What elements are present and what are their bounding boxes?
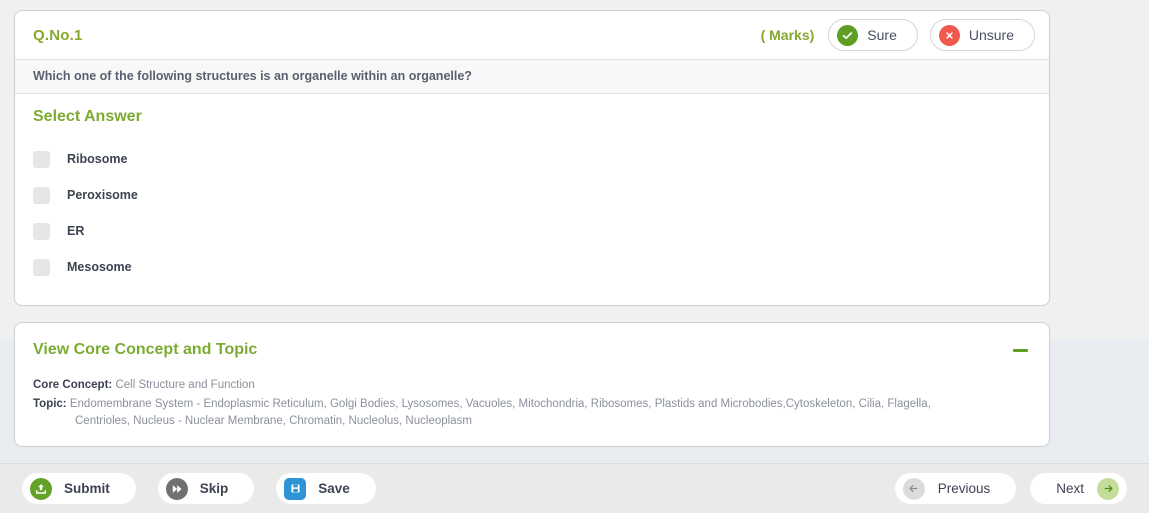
minus-glyph [1012,348,1028,352]
core-concept-key: Core Concept: [33,379,113,391]
checkbox-icon[interactable] [33,222,50,240]
topic-line: Topic: Endomembrane System - Endoplasmic… [33,396,1031,430]
previous-label: Previous [937,481,991,496]
option-label: Peroxisome [67,188,138,202]
arrow-left-icon [902,477,925,500]
core-concept-title: View Core Concept and Topic [33,341,258,358]
arrow-right-icon [1097,477,1119,500]
previous-button[interactable]: Previous [894,473,1017,504]
answer-option-ribosome[interactable]: Ribosome [33,141,1031,177]
answer-option-er[interactable]: ER [33,213,1031,249]
upload-icon [30,477,52,500]
collapse-minus-icon[interactable] [1009,339,1031,361]
unsure-button[interactable]: Unsure [929,19,1035,51]
submit-button[interactable]: Submit [22,473,136,504]
fast-forward-icon [165,477,188,500]
question-header: Q.No.1 ( Marks) Sure Unsure [15,11,1049,59]
navigation-group: Previous Next [894,473,1127,504]
cards-container: Q.No.1 ( Marks) Sure Unsure Which one of… [14,10,1050,463]
question-text: Which one of the following structures is… [33,69,472,83]
next-label: Next [1056,481,1084,496]
question-header-actions: ( Marks) Sure Unsure [761,19,1035,51]
select-answer-heading: Select Answer [33,108,142,125]
checkbox-icon[interactable] [33,150,50,168]
save-label: Save [318,481,350,496]
core-concept-body: Core Concept: Cell Structure and Functio… [15,361,1049,446]
core-concept-value: Cell Structure and Function [115,379,255,391]
answer-option-peroxisome[interactable]: Peroxisome [33,177,1031,213]
option-label: ER [67,224,85,238]
question-text-row: Which one of the following structures is… [15,59,1049,94]
x-circle-icon [938,24,960,46]
answer-section: Select Answer Ribosome Peroxisome ER Mes… [15,94,1049,305]
core-concept-header[interactable]: View Core Concept and Topic [15,323,1049,361]
floppy-disk-icon [284,477,307,500]
exam-question-page: Q.No.1 ( Marks) Sure Unsure Which one of… [0,0,1149,513]
check-circle-icon [837,24,859,46]
topic-key: Topic: [33,398,67,410]
bottom-toolbar: Submit Skip Save Previous Next [0,463,1149,513]
topic-value-line-2: Centrioles, Nucleus - Nuclear Membrane, … [75,415,472,427]
answer-option-mesosome[interactable]: Mesosome [33,249,1031,285]
topic-value-line-1: Endomembrane System - Endoplasmic Reticu… [69,398,931,410]
checkbox-icon[interactable] [33,186,50,204]
marks-label: ( Marks) [760,27,815,43]
unsure-label: Unsure [968,27,1014,43]
skip-button[interactable]: Skip [157,473,255,504]
save-button[interactable]: Save [276,473,376,504]
submit-label: Submit [64,481,110,496]
option-label: Mesosome [67,260,132,274]
skip-label: Skip [199,481,229,496]
checkbox-icon[interactable] [33,258,50,276]
question-number: Q.No.1 [33,26,83,44]
sure-button[interactable]: Sure [828,19,918,51]
option-label: Ribosome [67,152,128,166]
core-concept-line: Core Concept: Cell Structure and Functio… [33,377,1031,394]
question-card: Q.No.1 ( Marks) Sure Unsure Which one of… [14,10,1050,306]
core-concept-card: View Core Concept and Topic Core Concept… [14,322,1050,447]
question-scroll-area[interactable]: Q.No.1 ( Marks) Sure Unsure Which one of… [0,0,1149,463]
sure-label: Sure [867,27,897,43]
next-button[interactable]: Next [1030,473,1127,504]
